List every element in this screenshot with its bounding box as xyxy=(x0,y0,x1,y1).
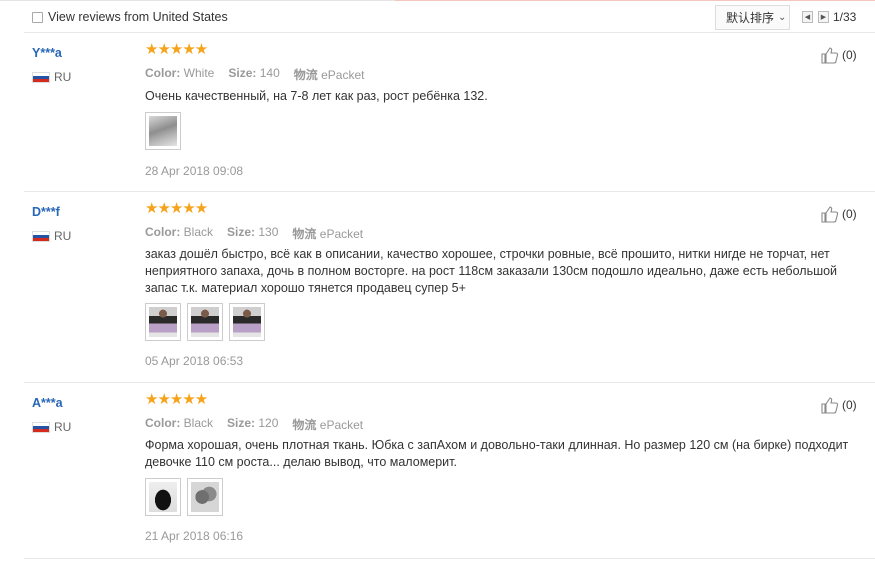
review-date: 05 Apr 2018 06:53 xyxy=(145,354,244,368)
helpful-button[interactable]: (0) xyxy=(820,204,857,224)
page-next-icon[interactable]: ▶ xyxy=(818,11,829,23)
helpful-button[interactable]: (0) xyxy=(820,45,857,65)
shipping-key: 物流 xyxy=(292,227,317,241)
us-reviews-filter[interactable]: View reviews from United States xyxy=(32,10,228,24)
us-reviews-label: View reviews from United States xyxy=(48,10,228,24)
color-value: Black xyxy=(183,225,214,239)
color-value: Black xyxy=(183,416,214,430)
review-photo-thumbnail[interactable] xyxy=(187,303,223,341)
reviewer-country: RU xyxy=(32,229,71,243)
review-photos xyxy=(145,303,265,341)
country-code: RU xyxy=(54,420,72,434)
review-item: D***f RU ★★★★★ Color: Black Size: 130 物流… xyxy=(24,192,875,383)
reviewer-name[interactable]: Y***a xyxy=(32,46,62,60)
country-code: RU xyxy=(54,229,72,243)
us-reviews-checkbox[interactable] xyxy=(32,11,43,23)
sort-label: 默认排序 xyxy=(726,11,775,25)
shipping-key: 物流 xyxy=(293,68,318,82)
helpful-button[interactable]: (0) xyxy=(820,395,857,415)
review-item: Y***a RU ★★★★★ Color: White Size: 140 物流… xyxy=(24,33,875,192)
shipping-value: ePacket xyxy=(319,227,364,241)
helpful-count: (0) xyxy=(842,207,857,221)
review-text: Форма хорошая, очень плотная ткань. Юбка… xyxy=(145,438,849,469)
color-key: Color: xyxy=(145,225,181,239)
reviewer-country: RU xyxy=(32,70,71,84)
order-info: Color: Black Size: 120 物流 ePacket xyxy=(145,416,363,433)
order-info: Color: White Size: 140 物流 ePacket xyxy=(145,66,364,83)
review-photos xyxy=(145,112,181,150)
star-rating: ★★★★★ xyxy=(145,41,208,58)
russia-flag-icon xyxy=(32,71,50,83)
review-photo-thumbnail[interactable] xyxy=(187,478,223,516)
review-text: Очень качественный, на 7-8 лет как раз, … xyxy=(145,89,488,103)
review-photo-thumbnail[interactable] xyxy=(145,112,181,150)
order-info: Color: Black Size: 130 物流 ePacket xyxy=(145,225,363,242)
size-key: Size: xyxy=(227,225,256,239)
review-date: 21 Apr 2018 06:16 xyxy=(145,529,244,543)
thumbs-up-icon xyxy=(821,397,839,414)
chevron-down-icon: ⌄ xyxy=(778,12,787,23)
country-code: RU xyxy=(54,70,72,84)
reviewer-name[interactable]: D***f xyxy=(32,205,60,219)
shipping-key: 物流 xyxy=(292,418,317,432)
review-text: заказ дошёл быстро, всё как в описании, … xyxy=(145,247,838,295)
page-indicator: 1/33 xyxy=(833,10,857,24)
star-rating: ★★★★★ xyxy=(145,391,208,408)
review-photo-thumbnail[interactable] xyxy=(145,478,181,516)
review-photos xyxy=(145,478,223,516)
russia-flag-icon xyxy=(32,421,50,433)
color-value: White xyxy=(183,66,215,80)
review-item: A***a RU ★★★★★ Color: Black Size: 120 物流… xyxy=(24,383,875,559)
color-key: Color: xyxy=(145,416,181,430)
review-date: 28 Apr 2018 09:08 xyxy=(145,164,244,178)
size-key: Size: xyxy=(228,66,257,80)
page-prev-icon[interactable]: ◀ xyxy=(802,11,813,23)
thumbs-up-icon xyxy=(821,47,839,64)
shipping-value: ePacket xyxy=(319,418,364,432)
size-value: 130 xyxy=(258,225,279,239)
reviewer-name[interactable]: A***a xyxy=(32,396,63,410)
size-key: Size: xyxy=(227,416,256,430)
sort-dropdown[interactable]: 默认排序 ⌄ xyxy=(715,5,790,30)
review-toolbar: View reviews from United States 默认排序 ⌄ ◀… xyxy=(0,0,875,33)
russia-flag-icon xyxy=(32,230,50,242)
helpful-count: (0) xyxy=(842,398,857,412)
size-value: 140 xyxy=(259,66,280,80)
color-key: Color: xyxy=(145,66,181,80)
helpful-count: (0) xyxy=(842,48,857,62)
review-photo-thumbnail[interactable] xyxy=(145,303,181,341)
thumbs-up-icon xyxy=(821,206,839,223)
review-photo-thumbnail[interactable] xyxy=(229,303,265,341)
star-rating: ★★★★★ xyxy=(145,200,208,217)
reviewer-country: RU xyxy=(32,420,71,434)
accent-line xyxy=(395,0,875,1)
size-value: 120 xyxy=(258,416,279,430)
shipping-value: ePacket xyxy=(321,68,365,82)
